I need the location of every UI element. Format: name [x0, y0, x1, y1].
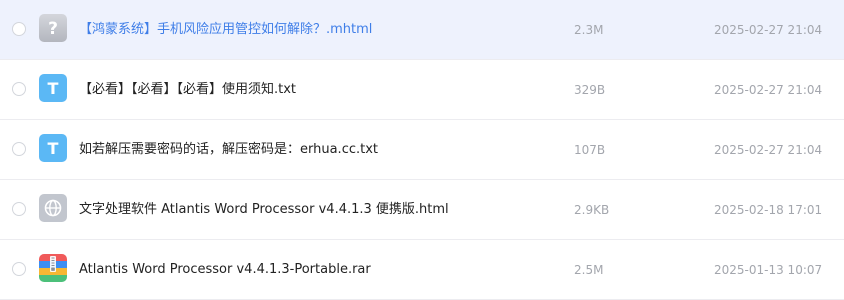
web-file-icon	[39, 194, 67, 222]
file-row[interactable]: T 如若解压需要密码的话，解压密码是：erhua.cc.txt 107B 202…	[0, 120, 844, 180]
file-date: 2025-02-27 21:04	[714, 143, 823, 157]
file-name[interactable]: 文字处理软件 Atlantis Word Processor v4.4.1.3 …	[79, 180, 449, 240]
row-checkbox[interactable]	[12, 82, 26, 96]
file-name[interactable]: 如若解压需要密码的话，解压密码是：erhua.cc.txt	[79, 120, 378, 180]
file-date: 2025-02-27 21:04	[714, 83, 823, 97]
file-name[interactable]: 【必看】【必看】【必看】使用须知.txt	[79, 60, 296, 120]
row-checkbox[interactable]	[12, 202, 26, 216]
text-file-icon: T	[39, 74, 67, 102]
file-row[interactable]: 文字处理软件 Atlantis Word Processor v4.4.1.3 …	[0, 180, 844, 240]
archive-file-icon	[39, 254, 67, 282]
unknown-file-icon: ?	[39, 14, 67, 42]
file-size: 2.5M	[574, 263, 604, 277]
file-date: 2025-02-27 21:04	[714, 23, 823, 37]
file-row[interactable]: ? 【鸿蒙系统】手机风险应用管控如何解除？.mhtml 2.3M 2025-02…	[0, 0, 844, 60]
row-checkbox[interactable]	[12, 142, 26, 156]
svg-text:?: ?	[48, 19, 58, 39]
svg-text:T: T	[48, 79, 59, 98]
file-size: 2.9KB	[574, 203, 610, 217]
file-size: 107B	[574, 143, 606, 157]
file-row[interactable]: T 【必看】【必看】【必看】使用须知.txt 329B 2025-02-27 2…	[0, 60, 844, 120]
file-size: 329B	[574, 83, 606, 97]
row-checkbox[interactable]	[12, 22, 26, 36]
file-date: 2025-02-18 17:01	[714, 203, 823, 217]
text-file-icon: T	[39, 134, 67, 162]
file-name[interactable]: Atlantis Word Processor v4.4.1.3-Portabl…	[79, 240, 371, 300]
file-list: ? 【鸿蒙系统】手机风险应用管控如何解除？.mhtml 2.3M 2025-02…	[0, 0, 844, 300]
file-date: 2025-01-13 10:07	[714, 263, 823, 277]
svg-text:T: T	[48, 139, 59, 158]
file-row[interactable]: Atlantis Word Processor v4.4.1.3-Portabl…	[0, 240, 844, 300]
file-size: 2.3M	[574, 23, 604, 37]
row-checkbox[interactable]	[12, 262, 26, 276]
file-name[interactable]: 【鸿蒙系统】手机风险应用管控如何解除？.mhtml	[79, 0, 372, 60]
